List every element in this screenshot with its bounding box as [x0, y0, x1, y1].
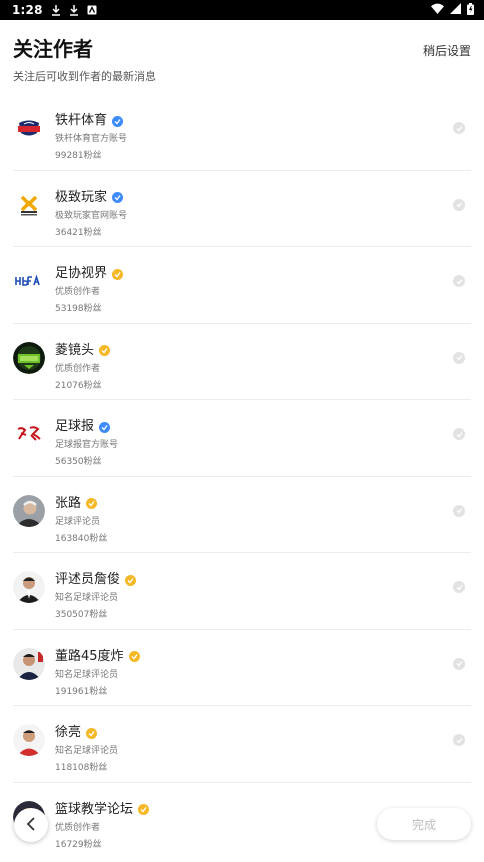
back-button[interactable]	[14, 808, 48, 842]
follow-check-icon[interactable]	[453, 657, 465, 670]
done-button[interactable]: 完成	[377, 808, 471, 840]
author-avatar	[13, 265, 45, 297]
author-description: 知名足球评论员	[55, 593, 119, 603]
page-subtitle: 关注后可收到作者的最新消息	[13, 70, 156, 83]
download-icon	[69, 4, 79, 16]
author-description: 极致玩家官网账号	[55, 210, 128, 221]
author-row[interactable]: 铁杆体育 铁杆体育官方账号 99281粉丝	[13, 94, 471, 171]
status-bar: 1:28	[0, 0, 484, 20]
follow-check-icon[interactable]	[453, 504, 465, 517]
author-avatar	[13, 418, 45, 450]
author-name: 极致玩家	[55, 189, 108, 205]
author-row[interactable]: 评述员詹俊 知名足球评论员 350507粉丝	[13, 553, 471, 630]
chevron-left-icon	[26, 816, 36, 835]
author-name: 足协视界	[55, 266, 108, 281]
follow-check-icon[interactable]	[453, 734, 465, 746]
creator-badge-icon	[125, 574, 137, 586]
author-description: 足球报官方账号	[55, 440, 119, 450]
verified-badge-icon	[112, 115, 124, 127]
author-row[interactable]: 足球报 足球报官方账号 56350粉丝	[13, 400, 471, 477]
author-fans: 163840粉丝	[55, 533, 108, 544]
author-name: 足球报	[55, 419, 95, 434]
author-row[interactable]: 足协视界 优质创作者 53198粉丝	[13, 247, 471, 324]
author-fans: 191961粉丝	[55, 686, 108, 697]
author-name: 徐亮	[55, 725, 82, 740]
follow-check-icon[interactable]	[453, 428, 465, 440]
author-avatar	[13, 341, 45, 374]
author-fans: 36421粉丝	[55, 227, 102, 238]
author-avatar	[13, 724, 45, 756]
follow-check-icon[interactable]	[453, 122, 465, 134]
author-row[interactable]: 董路45度炸 知名足球评论员 191961粉丝	[13, 630, 471, 706]
author-row[interactable]: 徐亮 知名足球评论员 118108粉丝	[13, 706, 471, 783]
follow-check-icon[interactable]	[453, 351, 465, 364]
author-avatar	[13, 494, 45, 527]
page-title: 关注作者	[13, 37, 93, 61]
creator-badge-icon	[86, 727, 98, 739]
verified-badge-icon	[112, 192, 124, 203]
author-fans: 56350粉丝	[55, 457, 102, 467]
author-fans: 53198粉丝	[55, 304, 102, 314]
set-later-button[interactable]: 稍后设置	[423, 42, 471, 59]
author-avatar	[13, 188, 45, 221]
author-description: 优质创作者	[55, 287, 101, 297]
author-description: 优质创作者	[55, 363, 101, 374]
author-row[interactable]: 张路 足球评论员 163840粉丝	[13, 477, 471, 553]
wifi-icon	[431, 3, 444, 17]
author-fans: 118108粉丝	[55, 763, 108, 773]
author-name: 铁杆体育	[55, 113, 108, 128]
author-avatar	[13, 112, 45, 144]
author-name: 董路45度炸	[55, 648, 124, 664]
creator-badge-icon	[128, 651, 140, 662]
creator-badge-icon	[112, 268, 124, 280]
author-name: 张路	[55, 495, 82, 511]
author-avatar	[13, 647, 45, 680]
status-time: 1:28	[12, 3, 43, 17]
author-fans: 16729粉丝	[55, 839, 102, 850]
page-header: 关注作者 关注后可收到作者的最新消息 稍后设置	[0, 20, 484, 90]
author-description: 知名足球评论员	[55, 746, 119, 756]
author-row[interactable]: 菱镜头 优质创作者 21076粉丝	[13, 324, 471, 400]
author-fans: 99281粉丝	[55, 151, 102, 161]
app-notification-icon	[87, 5, 97, 16]
author-description: 知名足球评论员	[55, 669, 119, 680]
creator-badge-icon	[86, 498, 98, 509]
author-description: 铁杆体育官方账号	[55, 134, 128, 144]
signal-icon	[450, 3, 461, 17]
battery-icon	[467, 2, 474, 18]
creator-badge-icon	[99, 345, 111, 356]
author-list: 铁杆体育 铁杆体育官方账号 99281粉丝 极致玩家 极致玩家官网账号 3642…	[0, 94, 484, 859]
follow-check-icon[interactable]	[453, 581, 465, 593]
author-description: 优质创作者	[55, 822, 101, 833]
creator-badge-icon	[138, 804, 150, 815]
verified-badge-icon	[99, 421, 111, 433]
follow-check-icon[interactable]	[453, 198, 465, 211]
author-avatar	[13, 571, 45, 603]
download-icon	[51, 4, 61, 16]
author-fans: 350507粉丝	[55, 610, 108, 620]
author-name: 评述员詹俊	[55, 572, 121, 587]
author-name: 菱镜头	[55, 342, 95, 358]
author-name: 篮球教学论坛	[55, 801, 134, 817]
author-row[interactable]: 极致玩家 极致玩家官网账号 36421粉丝	[13, 171, 471, 247]
follow-check-icon[interactable]	[453, 275, 465, 287]
author-description: 足球评论员	[55, 516, 101, 527]
author-fans: 21076粉丝	[55, 380, 102, 391]
